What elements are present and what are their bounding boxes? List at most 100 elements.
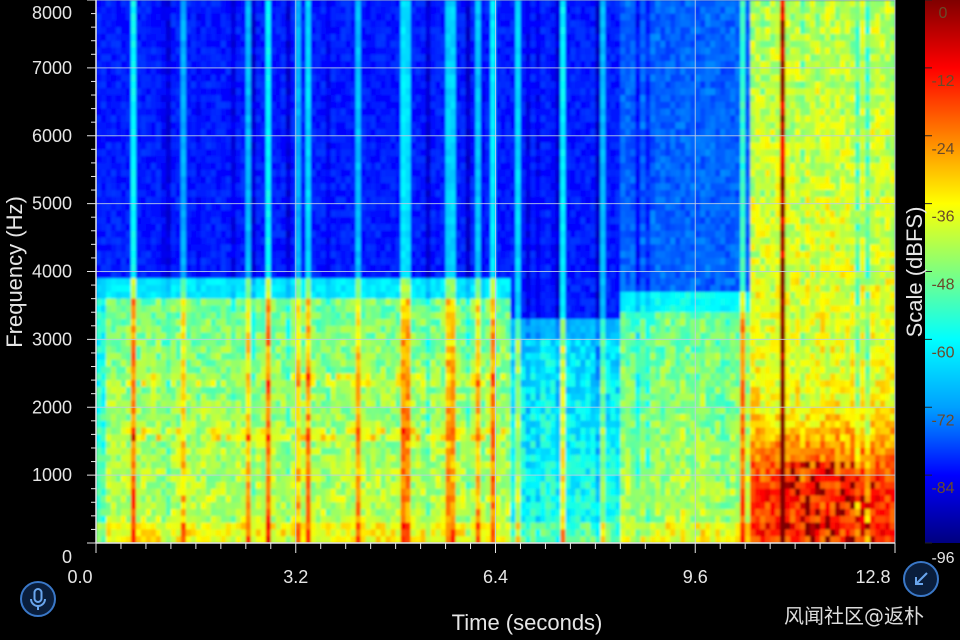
spectrogram-cell: [115, 67, 122, 76]
spectrogram-cell: [205, 223, 212, 232]
spectrogram-cell: [365, 217, 372, 225]
spectrogram-cell: [140, 135, 147, 144]
spectrogram-cell: [220, 481, 227, 490]
spectrogram-cell: [330, 33, 337, 42]
spectrogram-cell: [400, 386, 407, 395]
spectrogram-cell: [240, 210, 247, 218]
spectrogram-cell: [350, 346, 357, 354]
spectrogram-cell: [245, 386, 252, 395]
spectrogram-cell: [360, 325, 367, 334]
spectrogram-cell: [380, 6, 387, 15]
spectrogram-cell: [130, 217, 137, 225]
spectrogram-cell: [405, 230, 412, 239]
spectrogram-cell: [175, 115, 182, 123]
spectrogram-cell: [145, 380, 152, 388]
spectrogram-cell: [185, 95, 192, 103]
spectrogram-cell: [270, 522, 277, 531]
spectrogram-cell: [205, 291, 212, 300]
spectrogram-cell: [190, 156, 197, 164]
spectrogram-cell: [300, 251, 307, 259]
spectrogram-cell: [120, 156, 127, 164]
spectrogram-cell: [100, 332, 107, 340]
spectrogram-cell: [280, 285, 287, 293]
spectrogram-cell: [385, 414, 392, 422]
spectrogram-cell: [260, 203, 267, 212]
spectrogram-cell: [145, 515, 152, 524]
spectrogram-cell: [175, 352, 182, 361]
spectrogram-cell: [345, 88, 352, 96]
spectrogram-cell: [305, 190, 312, 198]
spectrogram-cell: [200, 108, 207, 116]
spectrogram-cell: [235, 169, 242, 178]
spectrogram-cell: [345, 481, 352, 490]
spectrogram-cell: [340, 40, 347, 49]
spectrogram-cell: [115, 312, 122, 320]
spectrogram-cell: [270, 441, 277, 449]
spectrogram-cell: [305, 291, 312, 300]
spectrogram-cell: [395, 298, 402, 307]
spectrogram-cell: [355, 223, 362, 232]
spectrogram-cell: [310, 122, 317, 130]
spectrogram-cell: [310, 312, 317, 320]
spectrogram-cell: [255, 298, 262, 307]
spectrogram-cell: [250, 441, 257, 449]
spectrogram-cell: [300, 101, 307, 110]
spectrogram-cell: [275, 61, 282, 69]
spectrogram-cell: [190, 20, 197, 28]
spectrogram-cell: [170, 509, 177, 517]
spectrogram-cell: [220, 380, 227, 388]
spectrogram-cell: [145, 529, 152, 537]
spectrogram-cell: [145, 400, 152, 408]
spectrogram-cell: [240, 366, 247, 374]
spectrogram-cell: [155, 33, 162, 42]
spectrogram-cell: [380, 169, 387, 178]
spectrogram-cell: [360, 230, 367, 239]
spectrogram-cell: [210, 380, 217, 388]
spectrogram-cell: [165, 359, 172, 368]
spectrogram-cell: [380, 61, 387, 69]
spectrogram-cell: [400, 27, 407, 35]
spectrogram-cell: [155, 210, 162, 218]
spectrogram-cell: [165, 502, 172, 510]
spectrogram-cell: [325, 414, 332, 422]
spectrogram-cell: [150, 359, 157, 368]
spectrogram-cell: [130, 298, 137, 307]
spectrogram-cell: [365, 386, 372, 395]
spectrogram-cell: [325, 33, 332, 42]
spectrogram-cell: [265, 346, 272, 354]
spectrogram-cell: [235, 495, 242, 503]
spectrogram-cell: [340, 74, 347, 83]
spectrogram-cell: [110, 366, 117, 374]
spectrogram-cell: [325, 122, 332, 130]
spectrogram-cell: [140, 305, 147, 313]
spectrogram-cell: [190, 217, 197, 225]
spectrogram-cell: [205, 352, 212, 361]
spectrogram-cell: [285, 305, 292, 313]
spectrogram-cell: [395, 156, 402, 164]
spectrogram-cell: [135, 169, 142, 178]
spectrogram-cell: [240, 142, 247, 150]
spectrogram-cell: [325, 210, 332, 218]
spectrogram-cell: [330, 332, 337, 340]
spectrogram-cell: [100, 434, 107, 442]
spectrogram-cell: [250, 312, 257, 320]
spectrogram-cell: [105, 393, 112, 402]
spectrogram-cell: [245, 95, 252, 103]
spectrogram-cell: [310, 475, 317, 483]
spectrogram-cell: [270, 142, 277, 150]
spectrogram-cell: [120, 468, 127, 476]
spectrogram-cell: [365, 176, 372, 184]
spectrogram-cell: [250, 278, 257, 286]
spectrogram-cell: [265, 190, 272, 198]
spectrogram-cell: [315, 393, 322, 402]
spectrogram-cell: [275, 291, 282, 300]
spectrogram-cell: [245, 298, 252, 307]
spectrogram-cell: [145, 0, 152, 8]
spectrogram-cell: [165, 6, 172, 15]
spectrogram-cell: [360, 67, 367, 76]
spectrogram-cell: [365, 305, 372, 313]
spectrogram-cell: [215, 54, 222, 62]
spectrogram-cell: [175, 183, 182, 191]
spectrogram-cell: [330, 0, 337, 8]
spectrogram-cell: [280, 101, 287, 110]
